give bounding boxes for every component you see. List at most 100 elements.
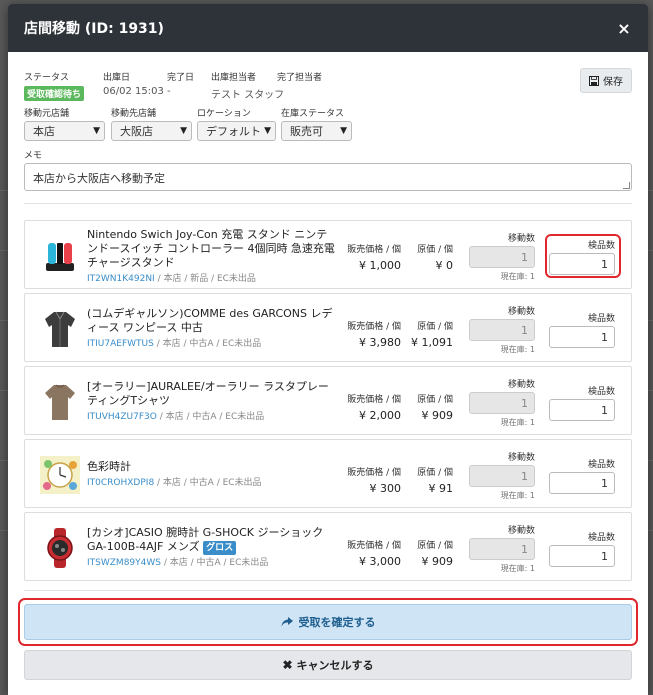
current-stock: 現在庫: 1	[469, 271, 535, 282]
stock-status-group: 在庫ステータス 販売可 ▼	[281, 106, 352, 141]
inspect-qty-input[interactable]: 1	[549, 545, 615, 567]
move-qty-input: 1	[469, 538, 535, 560]
list-item: Nintendo Swich Joy-Con 充電 スタンド ニンテンドースイッ…	[24, 220, 632, 289]
item-info: / 本店 / 中古A / EC未出品	[154, 478, 262, 488]
move-qty-input: 1	[469, 319, 535, 341]
color-clock-icon	[39, 454, 81, 496]
completed-label: 完了日	[167, 73, 195, 83]
item-code: IT2WN1K492NI / 本店 / 新品 / EC未出品	[87, 271, 256, 284]
item-name: (コムデギャルソン)COMME des GARCONS レディース ワンピース …	[87, 307, 333, 334]
inspect-qty-cell: 検品数 1	[549, 530, 615, 567]
to-store-select[interactable]: 大阪店 ▼	[111, 121, 192, 141]
cost-cell: 原価 / 個 ¥ 1,091	[405, 319, 453, 349]
location-value: デフォルト	[206, 125, 261, 138]
current-stock-prefix: 現在庫:	[500, 345, 528, 354]
sale-price-value: ¥ 1,000	[359, 259, 401, 272]
close-icon[interactable]: ×	[616, 19, 632, 38]
sale-price-cell: 販売価格 / 個 ¥ 3,980	[343, 319, 401, 349]
move-qty-input: 1	[469, 392, 535, 414]
cancel-button[interactable]: ✖ キャンセルする	[24, 650, 632, 680]
item-sku-link[interactable]: IT0CROHXDPI8	[87, 478, 154, 488]
from-store-label: 移動元店舗	[24, 109, 70, 119]
sale-price-label: 販売価格 / 個	[347, 468, 401, 478]
current-stock-value: 1	[529, 564, 535, 573]
current-stock: 現在庫: 1	[469, 490, 535, 501]
sale-price-label: 販売価格 / 個	[347, 322, 401, 332]
item-sku-link[interactable]: ITSWZM89Y4WS	[87, 558, 161, 568]
confirm-highlight: 受取を確定する	[18, 598, 638, 646]
cost-cell: 原価 / 個 ¥ 909	[405, 538, 453, 568]
inspect-qty-cell: 検品数 1	[549, 457, 615, 494]
inspect-qty-input[interactable]: 1	[549, 326, 615, 348]
sale-price-cell: 販売価格 / 個 ¥ 1,000	[343, 242, 401, 272]
memo-textarea[interactable]: 本店から大阪店へ移動予定	[24, 163, 632, 191]
from-store-select[interactable]: 本店 ▼	[24, 121, 105, 141]
item-sku-link[interactable]: ITUVH4ZU7F3O	[87, 412, 157, 422]
inspect-qty-label: 検品数	[587, 387, 615, 397]
list-item: (コムデギャルソン)COMME des GARCONS レディース ワンピース …	[24, 293, 632, 362]
inspect-qty-cell: 検品数 1	[549, 311, 615, 348]
confirm-receive-button[interactable]: 受取を確定する	[24, 604, 632, 640]
sale-price-cell: 販売価格 / 個 ¥ 2,000	[343, 392, 401, 422]
current-stock-prefix: 現在庫:	[500, 491, 528, 500]
item-name: Nintendo Swich Joy-Con 充電 スタンド ニンテンドースイッ…	[87, 228, 335, 269]
current-stock-prefix: 現在庫:	[500, 272, 528, 281]
cost-label: 原価 / 個	[417, 541, 453, 551]
cost-cell: 原価 / 個 ¥ 909	[405, 392, 453, 422]
inspect-qty-input[interactable]: 1	[549, 472, 615, 494]
current-stock-prefix: 現在庫:	[500, 418, 528, 427]
cost-label: 原価 / 個	[417, 468, 453, 478]
done-staff-label: 完了担当者	[277, 73, 323, 83]
current-stock: 現在庫: 1	[469, 344, 535, 355]
done-staff-value: -	[277, 86, 281, 97]
item-code: ITIU7AEFWTUS / 本店 / 中古A / EC未出品	[87, 336, 261, 349]
meta-completed: 完了日 -	[167, 70, 194, 97]
sale-price-label: 販売価格 / 個	[347, 541, 401, 551]
inspect-qty-input[interactable]: 1	[549, 399, 615, 421]
close-icon: ✖	[282, 658, 293, 672]
item-code: ITSWZM89Y4WS / 本店 / 中古A / EC未出品	[87, 555, 268, 568]
item-code: ITUVH4ZU7F3O / 本店 / 中古A / EC未出品	[87, 409, 264, 422]
cancel-label: キャンセルする	[296, 660, 374, 672]
item-info: / 本店 / 新品 / EC未出品	[154, 274, 256, 284]
to-store-label: 移動先店舗	[111, 109, 157, 119]
watch-icon	[39, 527, 81, 569]
shipped-value: 06/02 15:03	[103, 86, 164, 97]
item-info: / 本店 / 中古A / EC未出品	[153, 339, 262, 349]
current-stock-value: 1	[529, 272, 535, 281]
move-qty-label: 移動数	[507, 307, 535, 317]
stock-status-select[interactable]: 販売可 ▼	[281, 121, 352, 141]
divider	[24, 590, 632, 591]
gloss-tag: グロス	[203, 541, 237, 555]
sale-price-value: ¥ 3,000	[359, 555, 401, 568]
meta-ship-staff: 出庫担当者 テスト スタッフ	[211, 70, 284, 101]
item-name: [カシオ]CASIO 腕時計 G-SHOCK ジーショック GA-100B-4A…	[87, 526, 337, 555]
tshirt-icon	[39, 381, 81, 423]
item-sku-link[interactable]: IT2WN1K492NI	[87, 274, 155, 284]
meta-shipped: 出庫日 06/02 15:03	[103, 70, 164, 97]
sale-price-cell: 販売価格 / 個 ¥ 300	[343, 465, 401, 495]
chevron-down-icon: ▼	[264, 126, 271, 136]
move-qty-label: 移動数	[507, 526, 535, 536]
move-qty-label: 移動数	[507, 234, 535, 244]
meta-row: ステータス 受取確認待ち 出庫日 06/02 15:03 完了日 - 出庫担当者…	[24, 70, 632, 104]
memo-value: 本店から大阪店へ移動予定	[33, 172, 165, 185]
item-code: IT0CROHXDPI8 / 本店 / 中古A / EC未出品	[87, 475, 262, 488]
to-store-group: 移動先店舗 大阪店 ▼	[111, 106, 192, 141]
location-select[interactable]: デフォルト ▼	[197, 121, 276, 141]
inspect-qty-label: 検品数	[587, 314, 615, 324]
cost-value: ¥ 0	[435, 259, 454, 272]
share-arrow-icon	[281, 617, 293, 627]
resize-handle-icon[interactable]	[623, 182, 630, 189]
cost-value: ¥ 909	[421, 555, 454, 568]
sale-price-cell: 販売価格 / 個 ¥ 3,000	[343, 538, 401, 568]
item-info: / 本店 / 中古A / EC未出品	[156, 412, 265, 422]
item-sku-link[interactable]: ITIU7AEFWTUS	[87, 339, 154, 349]
inspect-qty-input[interactable]: 1	[549, 253, 615, 275]
item-name: [オーラリー]AURALEE/オーラリー ラスタプレーティングTシャツ	[87, 380, 329, 407]
item-info: / 本店 / 中古A / EC未出品	[160, 558, 269, 568]
completed-value: -	[167, 86, 171, 97]
chevron-down-icon: ▼	[180, 126, 187, 136]
move-qty-cell: 移動数 1 現在庫: 1	[469, 231, 535, 282]
sale-price-label: 販売価格 / 個	[347, 245, 401, 255]
